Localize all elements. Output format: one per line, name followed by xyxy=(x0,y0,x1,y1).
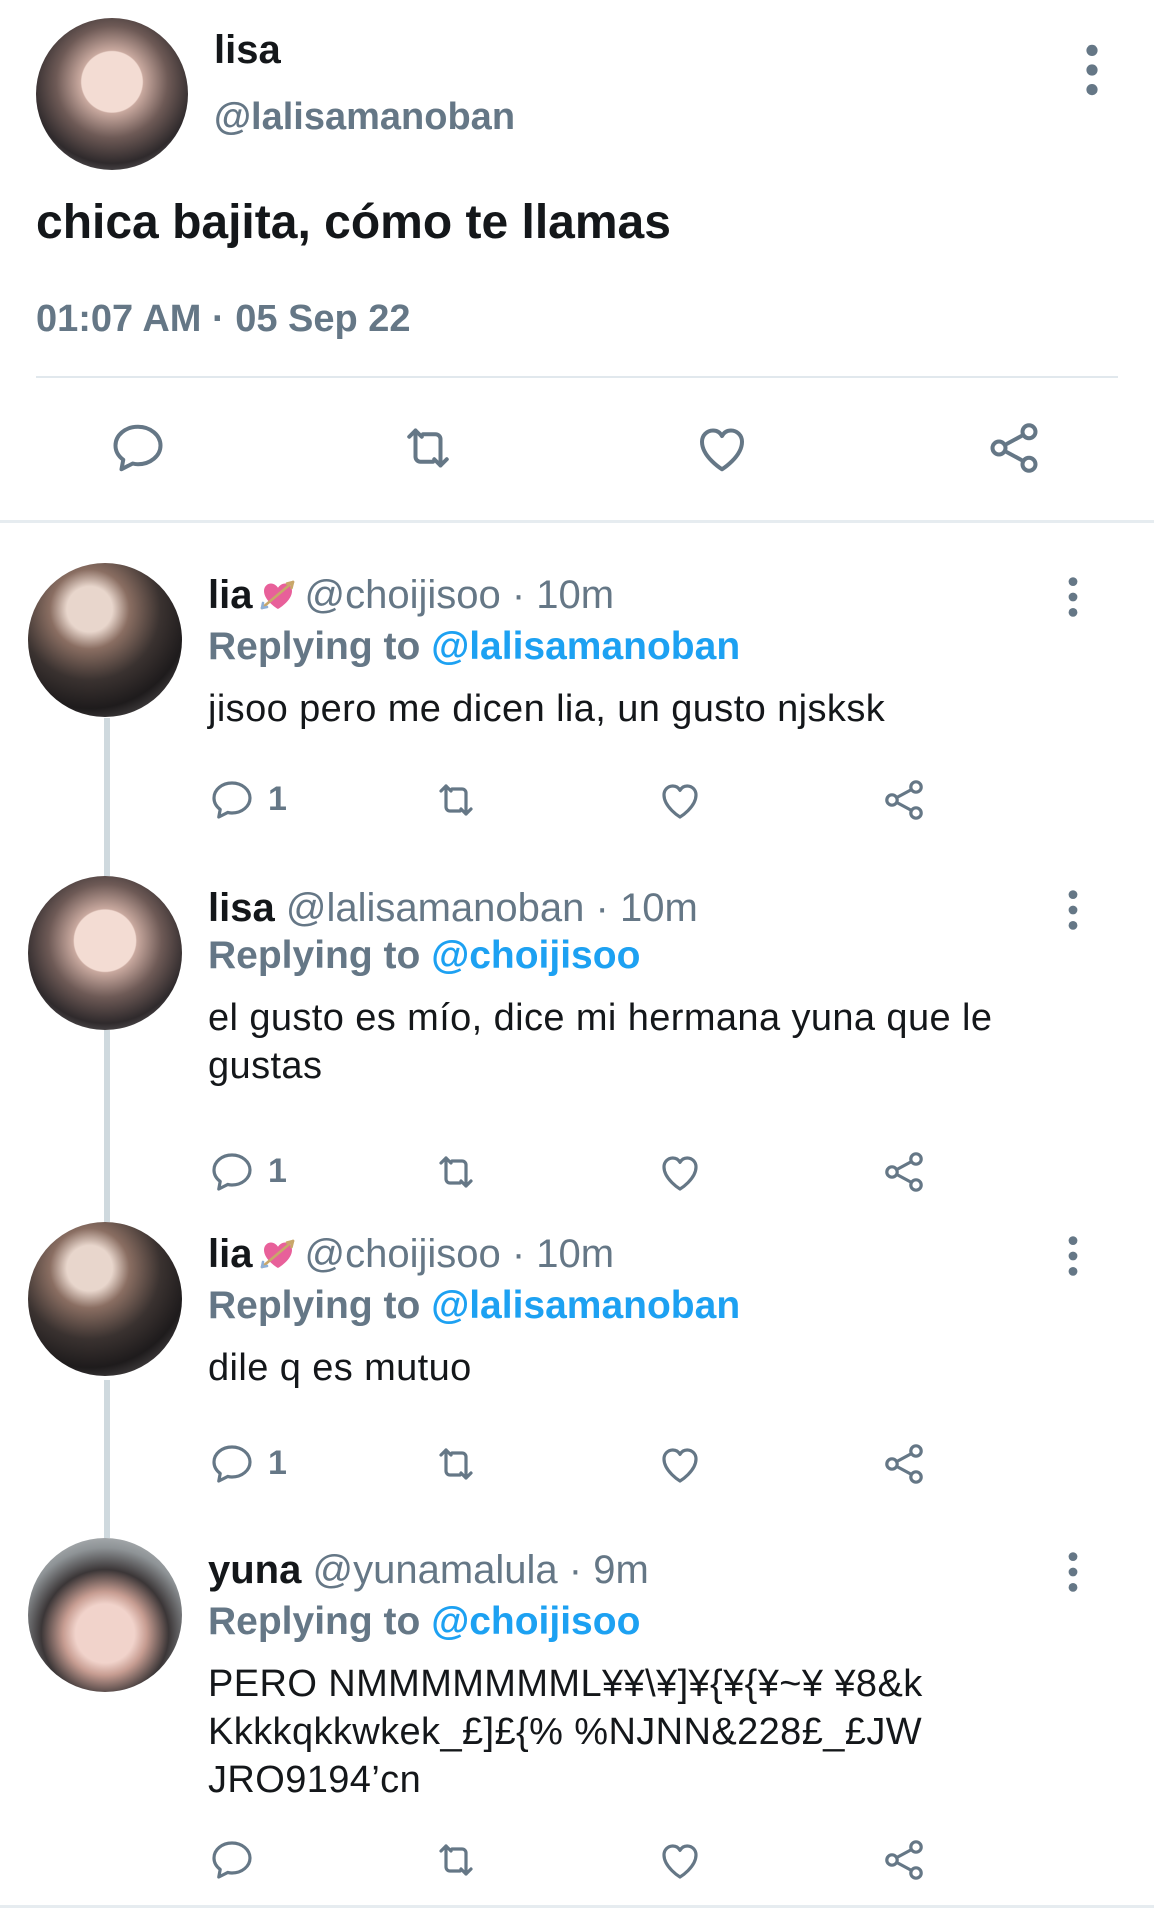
reply-meta[interactable]: @choijisoo · 10m xyxy=(304,1232,614,1276)
avatar[interactable] xyxy=(28,1222,182,1376)
mention-link[interactable]: @lalisamanoban xyxy=(431,1284,740,1327)
reply-text: PERO NMMMMMMML¥¥\¥]¥{¥{¥~¥ ¥8&kKkkkqkkwk… xyxy=(208,1663,923,1801)
avatar[interactable] xyxy=(28,563,182,717)
reply-icon[interactable] xyxy=(208,1148,256,1196)
divider xyxy=(0,1905,1154,1908)
avatar[interactable] xyxy=(28,876,182,1030)
heart-with-arrow-icon xyxy=(260,578,296,612)
mention-link[interactable]: @lalisamanoban xyxy=(431,625,740,668)
reply-icon[interactable] xyxy=(208,1836,256,1884)
more-options-icon[interactable] xyxy=(1058,575,1088,619)
share-icon[interactable] xyxy=(880,776,928,824)
author-name[interactable]: lisa xyxy=(214,28,281,73)
reply-tweet[interactable]: lisa @lalisamanoban · 10m Replying to @c… xyxy=(0,876,1154,1196)
retweet-icon[interactable] xyxy=(432,1440,480,1488)
reply-tweet[interactable]: lia @choijisoo · 10m Replying to @lalisam… xyxy=(0,563,1154,833)
reply-icon[interactable] xyxy=(208,1440,256,1488)
section-divider xyxy=(0,520,1154,523)
more-options-icon[interactable] xyxy=(1058,1550,1088,1594)
replying-label: Replying to xyxy=(208,934,421,977)
reply-icon[interactable] xyxy=(108,418,168,478)
replying-label: Replying to xyxy=(208,1284,421,1327)
retweet-icon[interactable] xyxy=(432,1836,480,1884)
reply-count: 1 xyxy=(268,1444,287,1482)
reply-author-name[interactable]: lisa xyxy=(208,886,275,930)
reply-tweet[interactable]: yuna @yunamalula · 9m Replying to @choij… xyxy=(0,1538,1154,1898)
tweet-text: chica bajita, cómo te llamas xyxy=(36,196,671,249)
share-icon[interactable] xyxy=(880,1440,928,1488)
reply-icon[interactable] xyxy=(208,776,256,824)
avatar[interactable] xyxy=(28,1538,182,1692)
author-handle[interactable]: @lalisamanoban xyxy=(214,96,515,139)
reply-author-name[interactable]: lia xyxy=(208,1232,252,1276)
reply-count: 1 xyxy=(268,1152,287,1190)
like-icon[interactable] xyxy=(656,1440,704,1488)
like-icon[interactable] xyxy=(656,776,704,824)
reply-text: jisoo pero me dicen lia, un gusto njsksk xyxy=(208,688,886,730)
replying-label: Replying to xyxy=(208,625,421,668)
more-options-icon[interactable] xyxy=(1058,888,1088,932)
reply-meta[interactable]: @lalisamanoban · 10m xyxy=(286,886,698,930)
reply-meta[interactable]: @choijisoo · 10m xyxy=(304,573,614,617)
share-icon[interactable] xyxy=(880,1836,928,1884)
reply-count: 1 xyxy=(268,780,287,818)
retweet-icon[interactable] xyxy=(432,1148,480,1196)
more-options-icon[interactable] xyxy=(1058,1234,1088,1278)
reply-tweet[interactable]: lia @choijisoo · 10m Replying to @lalisam… xyxy=(0,1222,1154,1502)
more-options-icon[interactable] xyxy=(1072,42,1112,98)
reply-author-name[interactable]: lia xyxy=(208,573,252,617)
share-icon[interactable] xyxy=(880,1148,928,1196)
retweet-icon[interactable] xyxy=(432,776,480,824)
reply-author-name[interactable]: yuna xyxy=(208,1548,301,1592)
avatar[interactable] xyxy=(36,18,188,170)
heart-with-arrow-icon xyxy=(260,1237,296,1271)
reply-meta[interactable]: @yunamalula · 9m xyxy=(312,1548,648,1592)
reply-text: el gusto es mío, dice mi hermana yuna qu… xyxy=(208,997,993,1087)
like-icon[interactable] xyxy=(656,1836,704,1884)
mention-link[interactable]: @choijisoo xyxy=(431,934,640,977)
tweet-timestamp[interactable]: 01:07 AM · 05 Sep 22 xyxy=(36,298,411,341)
mention-link[interactable]: @choijisoo xyxy=(431,1600,640,1643)
like-icon[interactable] xyxy=(656,1148,704,1196)
reply-text: dile q es mutuo xyxy=(208,1347,472,1389)
main-tweet: lisa @lalisamanoban chica bajita, cómo t… xyxy=(0,0,1154,522)
like-icon[interactable] xyxy=(692,418,752,478)
replying-label: Replying to xyxy=(208,1600,421,1643)
divider xyxy=(36,376,1118,378)
retweet-icon[interactable] xyxy=(398,418,458,478)
share-icon[interactable] xyxy=(984,418,1044,478)
